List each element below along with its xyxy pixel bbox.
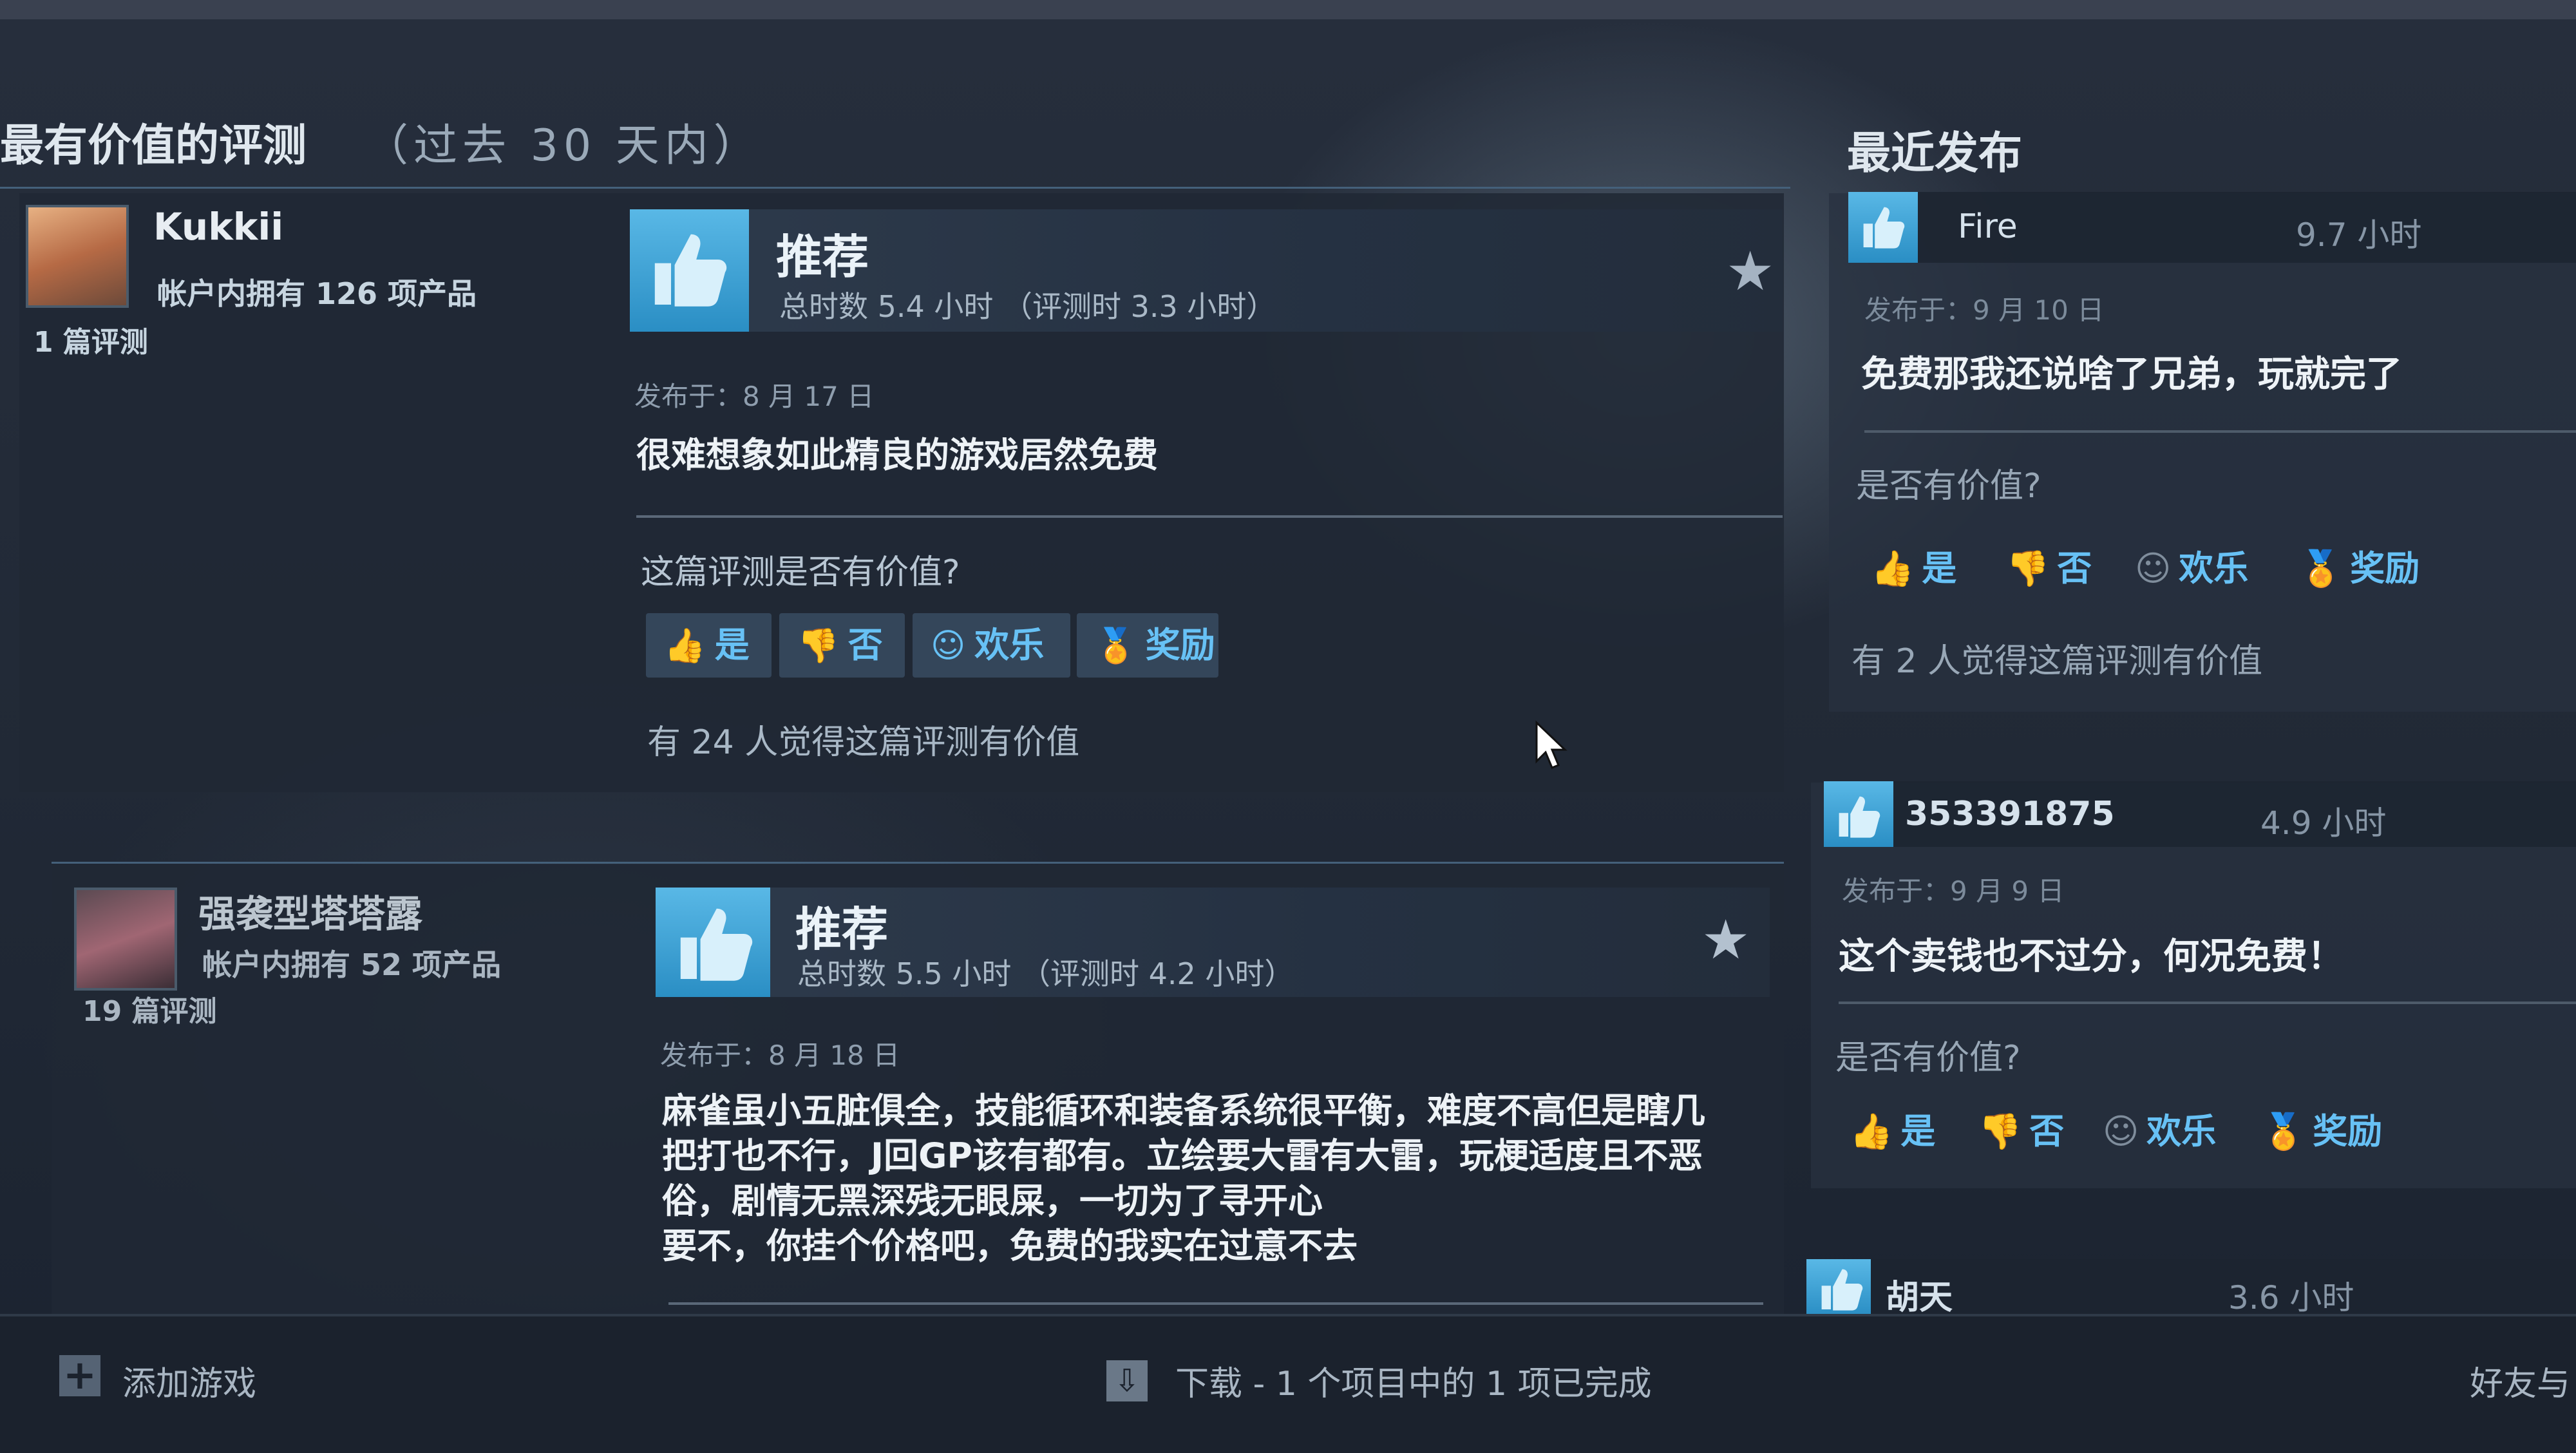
plus-icon[interactable]: + <box>59 1355 100 1396</box>
vote-yes-button[interactable]: 👍 是 <box>1850 1103 1935 1154</box>
recent-author-name[interactable]: 胡天 <box>1886 1270 1953 1318</box>
award-label: 奖励 <box>2350 548 2420 589</box>
award-icon: 🏅 <box>1095 627 1137 665</box>
avatar[interactable] <box>74 888 177 991</box>
vote-no-button[interactable]: 👎 否 <box>1978 1103 2064 1154</box>
review-text: 麻雀虽小五脏俱全，技能循环和装备系统很平衡，难度不高但是瞎几 把打也不行，J回G… <box>662 1088 1705 1269</box>
smiley-icon: ☺ <box>931 627 966 665</box>
vote-funny-label: 欢乐 <box>2179 548 2249 589</box>
review-rule <box>52 862 1784 864</box>
top-edge <box>0 0 2576 19</box>
review-text-line: 要不，你挂个价格吧，免费的我实在过意不去 <box>662 1226 1358 1266</box>
vote-no-button[interactable]: 👎 否 <box>779 613 905 678</box>
author-name[interactable]: 强袭型塔塔露 <box>198 884 422 938</box>
author-review-count[interactable]: 1 篇评测 <box>33 319 148 360</box>
heading-rule <box>0 187 1790 189</box>
add-game-button[interactable]: 添加游戏 <box>122 1356 256 1405</box>
award-label: 奖励 <box>2313 1111 2383 1152</box>
award-button[interactable]: 🏅 奖励 <box>2262 1103 2382 1154</box>
award-button[interactable]: 🏅 奖励 <box>2299 540 2420 591</box>
most-helpful-subtitle: （过去 30 天内） <box>365 120 762 171</box>
vote-no-label: 否 <box>848 625 883 665</box>
author-review-count[interactable]: 19 篇评测 <box>82 988 217 1029</box>
vote-funny-label: 欢乐 <box>2146 1111 2217 1152</box>
thumbs-up-icon <box>656 888 770 997</box>
recent-review-text: 免费那我还说啥了兄弟，玩就完了 <box>1861 354 2402 395</box>
posted-date: 发布于：8 月 17 日 <box>634 381 875 412</box>
friends-chat-button[interactable]: 好友与 <box>2470 1356 2570 1405</box>
playtime: 总时数 5.5 小时 （评测时 4.2 小时） <box>797 956 1294 991</box>
author-name[interactable]: Kukkii <box>153 205 283 249</box>
mouse-cursor-icon <box>1535 720 1567 769</box>
divider <box>1864 430 2576 433</box>
vote-yes-label: 是 <box>1922 548 1957 589</box>
review-text-line: 麻雀虽小五脏俱全，技能循环和装备系统很平衡，难度不高但是瞎几 <box>662 1090 1705 1131</box>
verdict-label: 推荐 <box>795 902 889 956</box>
thumbs-up-icon <box>630 209 749 332</box>
review-text-line: 很难想象如此精良的游戏居然免费 <box>636 435 1158 475</box>
award-icon: 🏅 <box>2299 548 2343 589</box>
vote-yes-button[interactable]: 👍 是 <box>1871 540 1956 591</box>
recent-playtime: 4.9 小时 <box>2260 804 2387 842</box>
star-icon[interactable]: ★ <box>1726 240 1774 303</box>
recent-posted-date: 发布于：9 月 10 日 <box>1864 294 2105 326</box>
vote-yes-label: 是 <box>1900 1111 1936 1152</box>
recent-helpful-question: 是否有价值? <box>1856 467 2041 506</box>
divider <box>1839 1002 2576 1004</box>
recent-heading: 最近发布 <box>1847 128 2023 179</box>
vote-funny-label: 欢乐 <box>974 625 1045 665</box>
steam-reviews-screen: 最有价值的评测 （过去 30 天内） Kukkii 帐户内拥有 126 项产品 1… <box>0 0 2576 1453</box>
thumbs-up-icon: 👍 <box>1871 548 1915 589</box>
recent-posted-date: 发布于：9 月 9 日 <box>1842 875 2065 907</box>
review-text: 很难想象如此精良的游戏居然免费 <box>636 433 1158 478</box>
most-helpful-title: 最有价值的评测 <box>0 120 307 171</box>
helpful-question: 这篇评测是否有价值? <box>641 553 960 592</box>
thumbs-up-icon <box>1806 1259 1871 1316</box>
verdict-label: 推荐 <box>776 230 869 284</box>
thumbs-up-icon: 👍 <box>664 627 706 665</box>
recent-author-name[interactable]: 353391875 <box>1905 795 2115 833</box>
vote-no-label: 否 <box>2057 548 2092 589</box>
thumbs-up-icon: 👍 <box>1850 1111 1893 1152</box>
vote-yes-button[interactable]: 👍 是 <box>646 613 772 678</box>
recent-author-name[interactable]: Fire <box>1958 207 2018 246</box>
download-status[interactable]: 下载 - 1 个项目中的 1 项已完成 <box>1175 1356 1652 1405</box>
vote-yes-label: 是 <box>714 625 750 665</box>
thumbs-up-icon <box>1848 192 1918 263</box>
most-helpful-heading: 最有价值的评测 （过去 30 天内） <box>0 109 762 173</box>
author-product-count[interactable]: 帐户内拥有 52 项产品 <box>202 942 501 984</box>
vote-no-label: 否 <box>2029 1111 2065 1152</box>
award-button[interactable]: 🏅 奖励 <box>1077 613 1218 678</box>
thumbs-down-icon: 👎 <box>2006 548 2050 589</box>
award-icon: 🏅 <box>2262 1111 2306 1152</box>
playtime: 总时数 5.4 小时 （评测时 3.3 小时） <box>779 289 1276 324</box>
avatar[interactable] <box>26 205 129 308</box>
download-icon[interactable]: ⇩ <box>1106 1360 1148 1401</box>
smiley-icon: ☺ <box>2135 548 2172 589</box>
thumbs-down-icon: 👎 <box>1978 1111 2022 1152</box>
star-icon[interactable]: ★ <box>1701 908 1750 971</box>
thumbs-down-icon: 👎 <box>797 627 839 665</box>
vote-no-button[interactable]: 👎 否 <box>2006 540 2092 591</box>
recent-found-helpful: 有 2 人觉得这篇评测有价值 <box>1852 642 2263 681</box>
smiley-icon: ☺ <box>2103 1111 2139 1152</box>
divider <box>636 515 1783 518</box>
author-product-count[interactable]: 帐户内拥有 126 项产品 <box>157 271 477 313</box>
recent-playtime: 3.6 小时 <box>2228 1279 2354 1316</box>
recent-review-text: 这个卖钱也不过分，何况免费！ <box>1839 936 2344 978</box>
divider <box>668 1302 1763 1305</box>
recent-playtime: 9.7 小时 <box>2296 216 2422 254</box>
found-helpful-count: 有 24 人觉得这篇评测有价值 <box>647 723 1080 762</box>
award-label: 奖励 <box>1145 625 1215 665</box>
vote-funny-button[interactable]: ☺ 欢乐 <box>2135 540 2248 591</box>
recent-helpful-question: 是否有价值? <box>1835 1039 2021 1078</box>
vote-funny-button[interactable]: ☺ 欢乐 <box>913 613 1070 678</box>
posted-date: 发布于：8 月 18 日 <box>660 1040 900 1071</box>
review-text-line: 把打也不行，J回GP该有都有。立绘要大雷有大雷，玩梗适度且不恶 <box>662 1135 1703 1176</box>
review-text-line: 俗，剧情无黑深残无眼屎，一切为了寻开心 <box>662 1181 1323 1221</box>
thumbs-up-icon <box>1824 781 1893 847</box>
vote-funny-button[interactable]: ☺ 欢乐 <box>2103 1103 2216 1154</box>
